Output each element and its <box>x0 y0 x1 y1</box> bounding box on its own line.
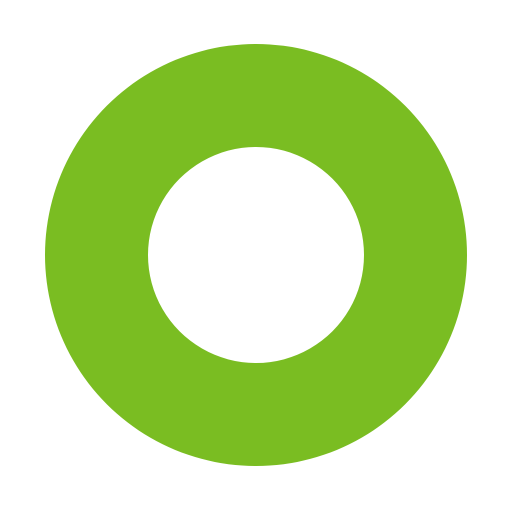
ring-icon <box>45 44 468 467</box>
ring-shape <box>45 44 468 467</box>
canvas <box>0 0 512 512</box>
